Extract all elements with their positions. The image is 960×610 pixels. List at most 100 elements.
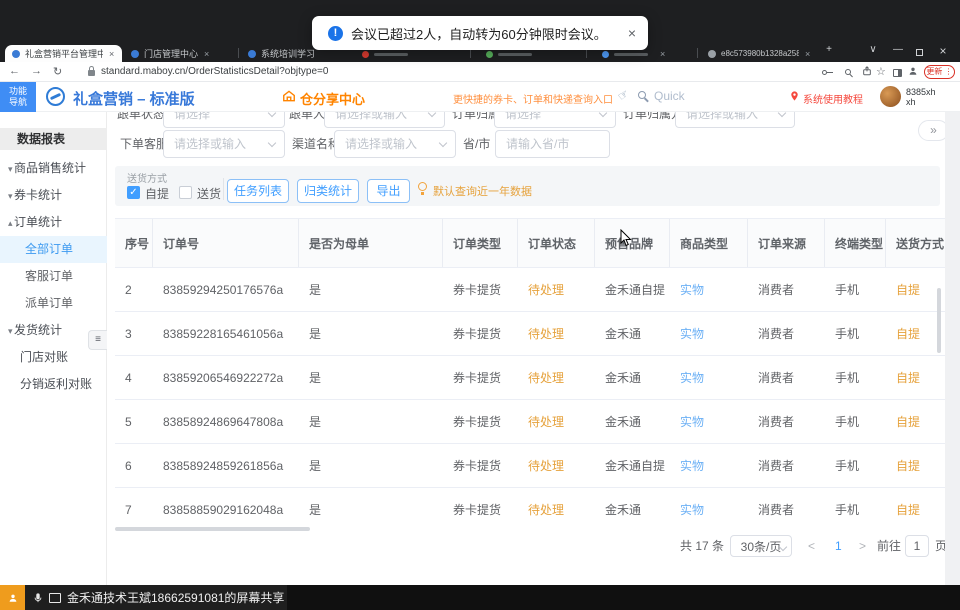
window-menu-icon[interactable]: ∨: [864, 44, 882, 55]
cell-status: 待处理: [518, 312, 595, 355]
back-icon[interactable]: ←: [9, 65, 20, 77]
checkbox-label[interactable]: 自提: [145, 185, 169, 202]
cell-source: 消费者: [748, 488, 825, 527]
table-row: 783858859029162048a是券卡提货待处理金禾通实物消费者手机自提: [115, 488, 945, 527]
cell-terminal: 手机: [825, 268, 886, 311]
share-icon[interactable]: [862, 66, 872, 79]
caret-icon: ▴: [0, 210, 14, 237]
window-minimize-icon[interactable]: —: [889, 44, 907, 55]
cell-goods[interactable]: 实物: [670, 356, 748, 399]
tab-close-icon[interactable]: ×: [204, 49, 209, 59]
filter-label: 跟单人: [289, 112, 325, 128]
quick-search-link[interactable]: Quick: [654, 89, 685, 103]
profile-icon[interactable]: [908, 66, 918, 79]
chevron-down-icon: [778, 112, 786, 117]
divider: [223, 178, 224, 200]
filter-select-order-owner[interactable]: 请选择: [494, 112, 616, 128]
sidebar-item[interactable]: 客服订单: [0, 263, 107, 290]
filter-input-province[interactable]: 请输入省/市: [495, 130, 610, 158]
tab-close-icon[interactable]: ×: [805, 49, 810, 59]
browser-toolbar: ← → ↻ standard.maboy.cn/OrderStatisticsD…: [0, 62, 960, 82]
column-header: 送货方式: [886, 219, 945, 267]
filter-select-order-owner-party[interactable]: 请选择或输入: [675, 112, 795, 128]
checkbox-self-pickup[interactable]: ✓: [127, 186, 140, 199]
classified-stats-button[interactable]: 归类统计: [297, 179, 359, 203]
cell-type: 券卡提货: [443, 312, 518, 355]
side-panel-icon[interactable]: [893, 69, 902, 77]
task-list-button[interactable]: 任务列表: [227, 179, 289, 203]
mouse-cursor-icon: [620, 229, 632, 252]
app-header: 功能 导航 礼盒营销 – 标准版 仓分享中心 更快捷的券卡、订单和快递查询入口 …: [0, 82, 960, 112]
horizontal-scrollbar[interactable]: [115, 527, 310, 531]
address-bar[interactable]: standard.maboy.cn/OrderStatisticsDetail?…: [101, 66, 328, 77]
sidebar-item[interactable]: 派单订单: [0, 290, 107, 317]
cell-goods[interactable]: 实物: [670, 400, 748, 443]
caret-icon: ▾: [0, 318, 14, 345]
window-close-icon[interactable]: ×: [934, 44, 952, 58]
forward-icon[interactable]: →: [31, 65, 42, 77]
cell-order: 83858924859261856a: [153, 444, 299, 487]
cell-no: 3: [115, 312, 153, 355]
goto-unit: 页: [935, 535, 945, 557]
cell-brand: 金禾通: [595, 400, 670, 443]
tab-store-admin[interactable]: 门店管理中心 ×: [124, 45, 236, 62]
checkbox-label[interactable]: 送货: [197, 185, 221, 202]
column-header: 订单号: [153, 219, 299, 267]
cell-goods[interactable]: 实物: [670, 488, 748, 527]
filter-label: 订单归属: [452, 112, 500, 128]
window-maximize-icon[interactable]: [916, 49, 923, 56]
checkbox-delivery[interactable]: [179, 186, 192, 199]
key-icon[interactable]: [822, 70, 827, 75]
sidebar-collapse-handle[interactable]: ≡: [88, 330, 107, 350]
tab-gift-admin[interactable]: 礼盒营销平台管理中心 ×: [5, 45, 122, 62]
sidebar-item[interactable]: 分销返利对账: [0, 371, 107, 398]
expand-filters-button[interactable]: »: [918, 120, 945, 141]
nav-toggle-button[interactable]: 功能 导航: [0, 82, 36, 112]
zoom-icon[interactable]: [845, 69, 851, 75]
sidebar-item-label: 门店对账: [20, 350, 68, 364]
cell-order: 83859228165461056a: [153, 312, 299, 355]
reload-icon[interactable]: ↻: [53, 65, 62, 78]
cell-goods[interactable]: 实物: [670, 312, 748, 355]
cell-delivery: 自提: [886, 488, 945, 527]
sidebar-item[interactable]: ▾券卡统计: [0, 182, 107, 209]
star-icon[interactable]: ☆: [876, 65, 886, 78]
cell-goods[interactable]: 实物: [670, 268, 748, 311]
new-tab-button[interactable]: +: [820, 44, 838, 55]
cell-delivery: 自提: [886, 356, 945, 399]
cell-type: 券卡提货: [443, 444, 518, 487]
sidebar-item-label: 券卡统计: [14, 188, 62, 202]
goto-page-input[interactable]: [905, 535, 929, 557]
search-icon[interactable]: [638, 91, 646, 99]
cell-mother: 是: [299, 488, 443, 527]
favicon-icon: [486, 51, 493, 58]
avatar[interactable]: [880, 86, 901, 107]
prev-page-button[interactable]: <: [808, 535, 815, 557]
vertical-scrollbar[interactable]: [937, 288, 941, 353]
sidebar-item[interactable]: ▾商品销售统计: [0, 155, 107, 182]
next-page-button[interactable]: >: [859, 535, 866, 557]
cell-status: 待处理: [518, 268, 595, 311]
update-button[interactable]: 更新 ⋮: [924, 65, 955, 79]
filter-select-order-agent[interactable]: 请选择或输入: [163, 130, 285, 158]
cell-source: 消费者: [748, 400, 825, 443]
filter-select-channel[interactable]: 请选择或输入: [334, 130, 456, 158]
cell-terminal: 手机: [825, 444, 886, 487]
tab-close-icon[interactable]: ×: [109, 49, 114, 59]
close-icon[interactable]: ×: [628, 25, 636, 41]
filter-select-follower[interactable]: 请选择或输入: [324, 112, 445, 128]
cell-goods[interactable]: 实物: [670, 444, 748, 487]
page-size-select[interactable]: 30条/页: [730, 535, 792, 557]
sidebar-item[interactable]: ▴订单统计: [0, 209, 107, 236]
export-button[interactable]: 导出: [367, 179, 410, 203]
current-page[interactable]: 1: [835, 535, 842, 557]
sidebar-item[interactable]: 全部订单: [0, 236, 107, 263]
tab-close-icon[interactable]: ×: [660, 45, 672, 62]
mic-icon: [33, 591, 43, 605]
filter-select-follow-status[interactable]: 请选择: [163, 112, 285, 128]
tutorial-link[interactable]: 系统使用教程: [803, 91, 863, 106]
share-center-link[interactable]: 仓分享中心: [300, 89, 365, 108]
cell-no: 2: [115, 268, 153, 311]
tab-hash[interactable]: e8c573980b1328a258fd2e6 ×: [701, 45, 817, 62]
pin-icon: [789, 89, 800, 103]
